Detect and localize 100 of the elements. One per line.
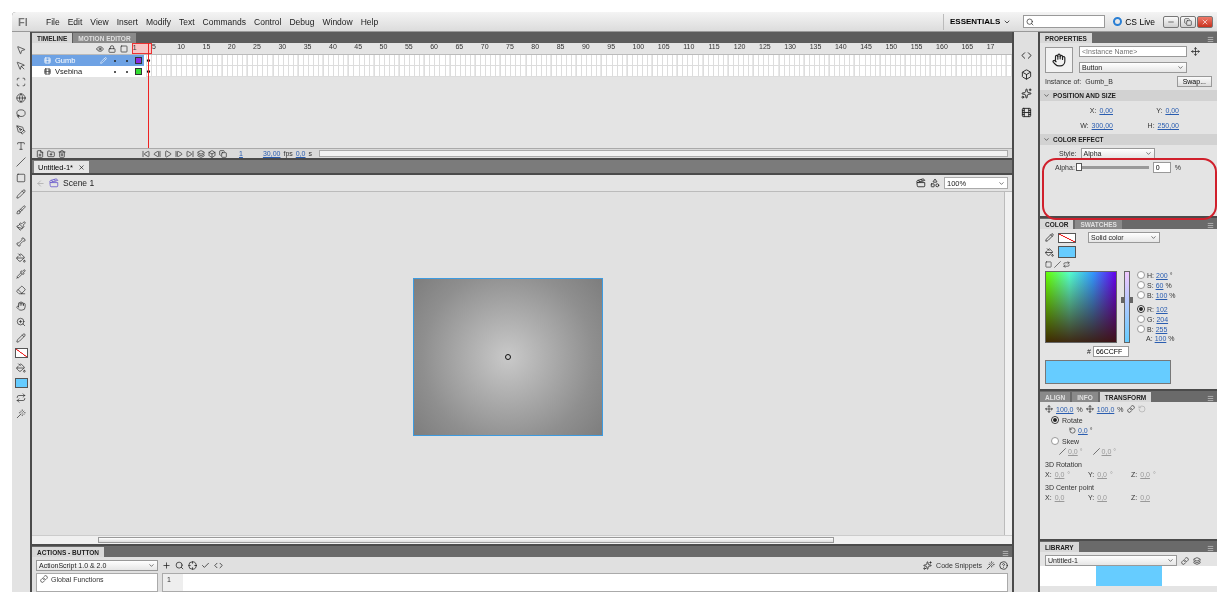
text-tool[interactable] xyxy=(14,140,28,152)
panel-menu-icon[interactable] xyxy=(1207,395,1214,402)
radio-button[interactable] xyxy=(1137,325,1145,333)
menu-item[interactable]: Edit xyxy=(63,13,87,30)
stroke-icon[interactable] xyxy=(1045,233,1054,242)
last-frame-icon[interactable] xyxy=(186,149,194,158)
rectangle-tool[interactable] xyxy=(14,172,28,184)
fill-color-tool[interactable] xyxy=(14,362,28,374)
line-tool[interactable] xyxy=(14,156,28,168)
step-back-icon[interactable] xyxy=(153,149,161,158)
eyedropper-tool[interactable] xyxy=(14,268,28,280)
constrain-icon[interactable] xyxy=(1126,405,1135,413)
radio-button[interactable] xyxy=(1137,315,1145,323)
vertical-scrollbar[interactable] xyxy=(1004,192,1012,535)
wand-icon[interactable] xyxy=(986,560,995,570)
edit-frames-icon[interactable] xyxy=(219,149,227,158)
radio-button[interactable] xyxy=(1051,416,1059,424)
new-library-icon[interactable] xyxy=(1193,556,1201,565)
deco-tool[interactable] xyxy=(14,220,28,232)
hue-slider-track[interactable] xyxy=(1124,271,1130,343)
panel-menu-icon[interactable] xyxy=(1002,550,1009,557)
search-field[interactable] xyxy=(1023,15,1106,28)
eraser-tool[interactable] xyxy=(14,284,28,296)
menu-item[interactable]: View xyxy=(86,13,113,30)
pencil-tool[interactable] xyxy=(14,188,28,200)
target-icon[interactable] xyxy=(188,560,197,570)
fill-color-swatch[interactable] xyxy=(1058,246,1076,258)
cs-live-button[interactable]: CS Live xyxy=(1111,16,1163,27)
fill-color-swatch[interactable] xyxy=(14,378,28,388)
menu-item[interactable]: Text xyxy=(174,13,199,30)
selection-tool[interactable] xyxy=(14,44,28,56)
swap-colors-tool[interactable] xyxy=(14,392,28,404)
radio-button[interactable] xyxy=(1137,271,1145,279)
hand-tool[interactable] xyxy=(14,300,28,312)
code-icon[interactable] xyxy=(214,560,223,570)
add-icon[interactable] xyxy=(162,560,171,570)
step-forward-icon[interactable] xyxy=(175,149,183,158)
3d-rotation-tool[interactable] xyxy=(14,92,28,104)
help-icon[interactable] xyxy=(999,560,1008,570)
delete-icon[interactable] xyxy=(58,149,66,158)
panel-menu-icon[interactable] xyxy=(1207,545,1214,552)
close-button[interactable] xyxy=(1197,15,1213,28)
stroke-color-swatch[interactable] xyxy=(1058,232,1076,243)
lasso-tool[interactable] xyxy=(14,108,28,120)
movie-explorer-icon[interactable] xyxy=(1020,107,1032,118)
new-folder-icon[interactable] xyxy=(47,149,55,158)
restore-button[interactable] xyxy=(1180,15,1196,28)
free-transform-tool[interactable] xyxy=(14,76,28,88)
hue-slider-marker[interactable] xyxy=(1121,297,1133,303)
menu-item[interactable]: Control xyxy=(250,13,286,30)
menu-item[interactable]: Window xyxy=(318,13,357,30)
brush-tool[interactable] xyxy=(14,204,28,216)
subselection-tool[interactable] xyxy=(14,60,28,72)
fill-icon[interactable] xyxy=(1045,247,1054,257)
menu-item[interactable]: Help xyxy=(356,13,383,30)
alpha-slider-thumb[interactable] xyxy=(1075,163,1082,171)
radio-button[interactable] xyxy=(1051,437,1059,445)
collapse-icon[interactable] xyxy=(1043,136,1050,143)
menu-item[interactable]: Modify xyxy=(141,13,175,30)
panel-menu-icon[interactable] xyxy=(1207,36,1214,43)
menu-item[interactable]: Insert xyxy=(112,13,142,30)
no-color-icon[interactable] xyxy=(1054,261,1061,268)
horizontal-scrollbar[interactable] xyxy=(98,537,834,543)
first-frame-icon[interactable] xyxy=(142,149,150,158)
menu-item[interactable]: File xyxy=(42,13,64,30)
paint-bucket-tool[interactable] xyxy=(14,252,28,264)
collapse-icon[interactable] xyxy=(1043,92,1050,99)
timeline-scrollbar[interactable] xyxy=(319,150,1008,157)
new-layer-icon[interactable] xyxy=(36,149,44,158)
edit-scene-icon[interactable] xyxy=(916,178,926,188)
radio-button[interactable] xyxy=(1137,305,1145,313)
actions-icon[interactable] xyxy=(1020,50,1032,61)
check-syntax-icon[interactable] xyxy=(201,560,210,570)
onion-skin-icon[interactable] xyxy=(197,149,205,158)
pen-tool[interactable] xyxy=(14,124,28,136)
zoom-tool[interactable] xyxy=(14,316,28,328)
find-icon[interactable] xyxy=(175,560,184,570)
components-icon[interactable] xyxy=(1020,69,1032,80)
swap-colors-icon[interactable] xyxy=(1063,261,1070,268)
snap-tool[interactable] xyxy=(14,408,28,420)
menu-item[interactable]: Debug xyxy=(285,13,319,30)
edit-symbols-icon[interactable] xyxy=(930,178,940,188)
play-icon[interactable] xyxy=(164,149,172,158)
frame-track[interactable] xyxy=(146,66,1012,77)
caret-icon xyxy=(1177,64,1184,71)
color-picker-field[interactable] xyxy=(1045,271,1117,343)
frame-track[interactable] xyxy=(146,55,1012,66)
caret-icon xyxy=(998,179,1005,187)
panel-menu-icon[interactable] xyxy=(1207,222,1214,229)
radio-button[interactable] xyxy=(1137,281,1145,289)
radio-button[interactable] xyxy=(1137,291,1145,299)
minimize-button[interactable] xyxy=(1163,15,1179,28)
menu-item[interactable]: Commands xyxy=(198,13,250,30)
stroke-color-tool[interactable] xyxy=(14,332,28,344)
bone-tool[interactable] xyxy=(14,236,28,248)
onion-outline-icon[interactable] xyxy=(208,149,216,158)
stroke-color-swatch[interactable] xyxy=(14,348,28,358)
workspace-switcher[interactable]: ESSENTIALS xyxy=(943,13,1018,30)
default-colors-icon[interactable] xyxy=(1045,261,1052,268)
motion-presets-icon[interactable] xyxy=(1020,88,1032,99)
